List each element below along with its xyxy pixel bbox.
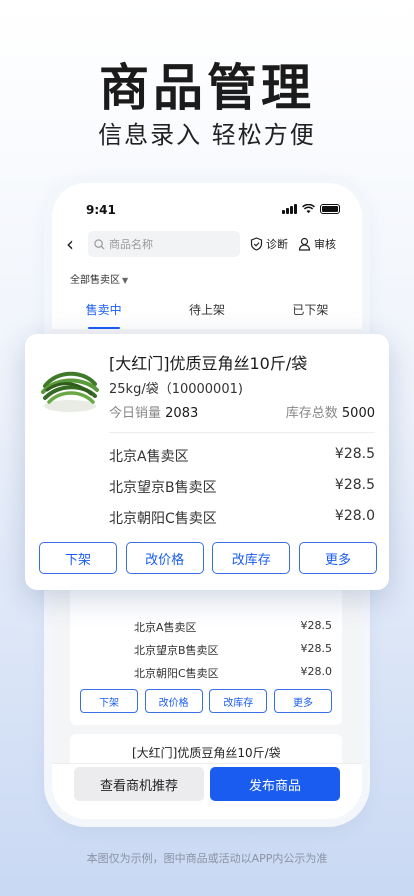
search-icon [94,238,105,250]
stock-label: 库存总数 [285,406,338,421]
status-time: 9:41 [86,203,116,217]
user-icon [298,237,311,251]
business-recommend-button[interactable]: 查看商机推荐 [74,767,204,801]
tab-pending[interactable]: 待上架 [155,301,258,329]
diagnose-label: 诊断 [266,238,288,251]
sales-value: 2083 [165,406,199,421]
status-icons [282,204,340,214]
area-filter-dropdown[interactable]: 全部售卖区 ▼ [70,271,128,286]
area-filter-label: 全部售卖区 [70,275,120,286]
more-button[interactable]: 更多 [298,542,377,574]
region-price: ¥28.5 [300,619,333,632]
today-sales: 今日销量 2083 [109,402,198,421]
tab-on-sale[interactable]: 售卖中 [52,301,155,329]
product-image [41,371,99,412]
product-title: [大红门]优质豆角丝10斤/袋 [109,354,308,373]
region-name: 北京望京B售卖区 [109,480,217,496]
back-icon[interactable]: ‹ [66,230,84,258]
delist-button[interactable]: 下架 [80,689,138,713]
status-tabs: 售卖中 待上架 已下架 [52,301,362,329]
search-input[interactable]: 商品名称 [88,231,240,257]
region-row: 北京A售卖区 ¥28.5 [109,446,375,466]
change-stock-button[interactable]: 改库存 [212,542,291,574]
stock-value: 5000 [341,406,375,421]
product-card-highlight[interactable]: [大红门]优质豆角丝10斤/袋 25kg/袋（10000001) 今日销量 20… [25,334,389,590]
disclaimer-text: 本图仅为示例，图中商品或活动以APP内公示为准 [86,852,328,865]
region-name: 北京朝阳C售卖区 [134,667,219,680]
change-price-button[interactable]: 改价格 [125,542,204,574]
top-bar: ‹ 商品名称 诊断 审核 [66,230,350,258]
region-name: 北京A售卖区 [109,449,189,465]
change-price-button[interactable]: 改价格 [144,689,203,713]
region-row: 北京A售卖区 ¥28.5 [134,619,332,635]
total-stock: 库存总数 5000 [286,402,375,421]
product-spec: 25kg/袋（10000001) [109,382,243,397]
signal-icon [282,204,297,214]
region-row: 北京朝阳C售卖区 ¥28.0 [109,508,375,528]
tab-delisted[interactable]: 已下架 [259,301,362,329]
product-title: [大红门]优质豆角丝10斤/袋 [132,746,281,760]
hero-title: 商品管理 [99,59,315,117]
region-row: 北京望京B售卖区 ¥28.5 [109,477,375,497]
region-name: 北京A售卖区 [134,621,197,634]
diagnose-button[interactable]: 诊断 [250,236,288,252]
publish-product-button[interactable]: 发布商品 [210,767,340,801]
region-name: 北京望京B售卖区 [134,644,219,657]
region-price: ¥28.5 [334,446,375,462]
product-card-background: 北京A售卖区 ¥28.5 北京望京B售卖区 ¥28.5 北京朝阳C售卖区 ¥28.0 … [70,583,342,725]
caret-down-icon: ▼ [122,276,129,285]
card-actions: 下架 改价格 改库存 更多 [80,689,332,713]
wifi-icon [302,204,315,214]
sales-label: 今日销量 [109,406,162,421]
change-stock-button[interactable]: 改库存 [209,689,268,713]
divider [109,432,375,433]
region-row: 北京望京B售卖区 ¥28.5 [134,642,332,658]
more-button[interactable]: 更多 [273,689,332,713]
review-label: 审核 [314,238,336,251]
region-price: ¥28.0 [300,665,333,678]
region-price: ¥28.5 [300,642,333,655]
shield-check-icon [250,237,263,251]
hero-subtitle: 信息录入 轻松方便 [98,121,316,149]
review-button[interactable]: 审核 [298,236,336,252]
region-price: ¥28.5 [334,477,375,493]
search-placeholder: 商品名称 [109,238,153,251]
card-actions: 下架 改价格 改库存 更多 [39,542,377,574]
region-price: ¥28.0 [334,508,375,524]
battery-icon [320,204,340,214]
region-row: 北京朝阳C售卖区 ¥28.0 [134,665,332,681]
delist-button[interactable]: 下架 [39,542,117,574]
region-name: 北京朝阳C售卖区 [109,511,217,527]
